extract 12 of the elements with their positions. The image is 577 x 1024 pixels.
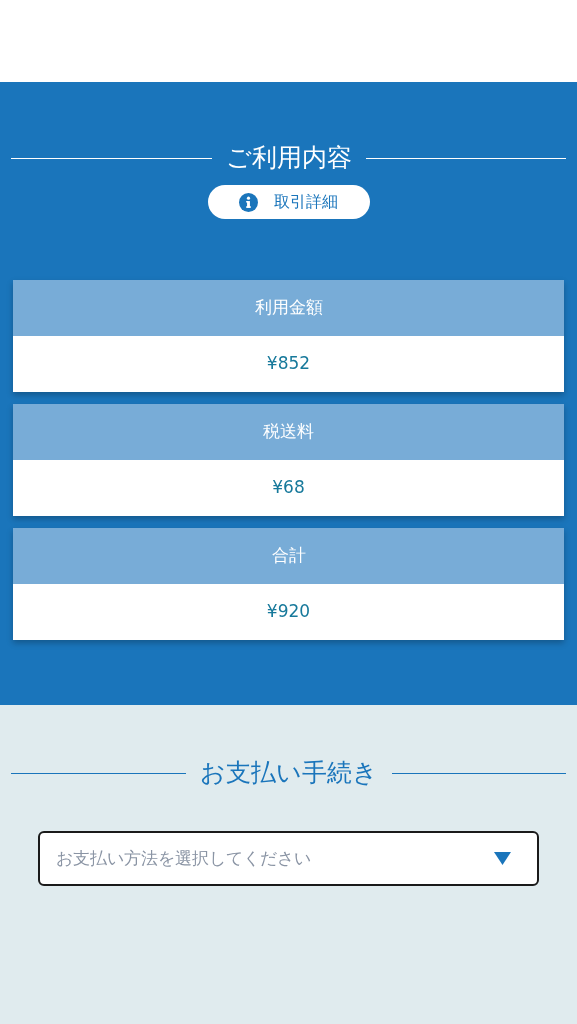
amount-value: ¥852	[266, 352, 311, 376]
info-icon	[239, 192, 258, 212]
section-title: ご利用内容	[225, 142, 352, 174]
amount-label: 合計	[271, 544, 306, 568]
amount-label: 利用金額	[254, 296, 323, 320]
details-button[interactable]: 取引詳細	[207, 185, 370, 219]
amount-value: ¥920	[266, 600, 311, 624]
section-title: お支払い手続き	[199, 757, 378, 789]
payment-method-select[interactable]: お支払い方法を選択してください	[38, 831, 539, 886]
amount-value: ¥68	[272, 476, 305, 500]
caret-icon	[494, 852, 511, 865]
amount-label: 税送料	[263, 420, 314, 444]
